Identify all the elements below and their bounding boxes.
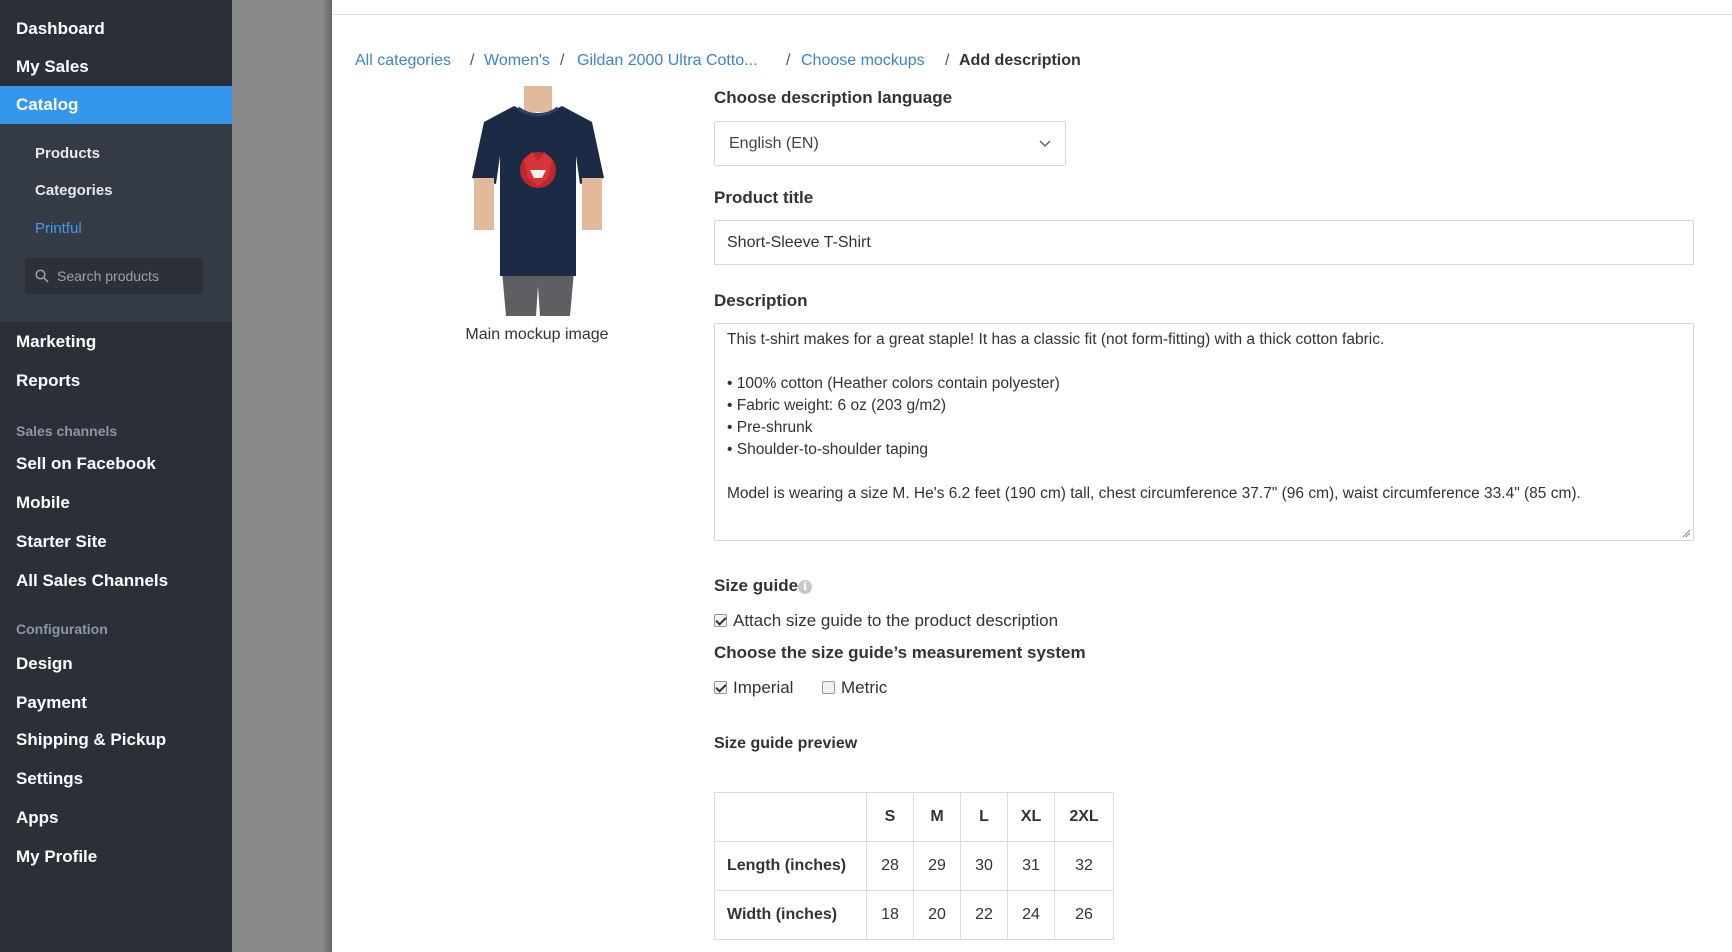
description-line [727, 351, 1681, 373]
chevron-down-icon [1039, 140, 1051, 148]
table-header-cell: L [960, 792, 1008, 842]
breadcrumb-separator: / [945, 52, 950, 69]
table-corner-cell [714, 792, 867, 842]
configuration-heading: Configuration [16, 621, 108, 637]
table-cell: 32 [1054, 841, 1114, 891]
table-header-row: S M L XL 2XL [714, 792, 1114, 842]
table-header-cell: S [866, 792, 914, 842]
language-label: Choose description language [714, 88, 953, 107]
main-panel: All categories / Women's / Gildan 2000 U… [332, 0, 1732, 952]
description-label: Description [714, 291, 808, 310]
breadcrumb-all-categories[interactable]: All categories [355, 52, 451, 70]
product-title-input[interactable] [714, 220, 1694, 265]
table-row-label: Length (inches) [714, 841, 867, 891]
table-header-cell: 2XL [1054, 792, 1114, 842]
table-cell: 18 [866, 890, 914, 940]
description-line: • Pre-shrunk [727, 419, 813, 436]
product-title-label: Product title [714, 188, 814, 207]
sidebar-item-shipping-pickup[interactable]: Shipping & Pickup [16, 730, 166, 750]
sidebar-subitem-categories[interactable]: Categories [35, 182, 113, 199]
imperial-checkbox[interactable]: Imperial [714, 678, 793, 698]
table-cell: 26 [1054, 890, 1114, 940]
metric-checkbox[interactable]: Metric [822, 678, 887, 698]
sidebar-subitem-products[interactable]: Products [35, 145, 100, 162]
sidebar-item-starter-site[interactable]: Starter Site [16, 532, 107, 552]
sidebar-subitem-printful[interactable]: Printful [35, 220, 82, 237]
description-line: • Fabric weight: 6 oz (203 g/m2) [727, 397, 947, 414]
table-cell: 20 [913, 890, 961, 940]
description-line [727, 461, 1681, 483]
description-line: • Shoulder-to-shoulder taping [727, 441, 929, 458]
breadcrumb-current: Add description [959, 52, 1081, 69]
sidebar-item-mobile[interactable]: Mobile [16, 493, 70, 513]
attach-size-guide-checkbox[interactable]: Attach size guide to the product descrip… [714, 611, 1058, 631]
sidebar-item-design[interactable]: Design [16, 654, 73, 674]
language-select[interactable]: English (EN) [714, 121, 1066, 166]
sidebar: Dashboard My Sales Catalog Products Cate… [0, 0, 232, 952]
breadcrumb-separator: / [470, 52, 475, 69]
sidebar-search[interactable]: Search products [25, 258, 203, 294]
table-cell: 24 [1007, 890, 1055, 940]
imperial-label: Imperial [733, 678, 794, 697]
sales-channels-heading: Sales channels [16, 423, 118, 439]
breadcrumb-product[interactable]: Gildan 2000 Ultra Cotto... [577, 52, 758, 70]
table-row-label: Width (inches) [714, 890, 867, 940]
metric-label: Metric [841, 678, 888, 697]
mockup-caption: Main mockup image [465, 326, 609, 343]
sidebar-item-catalog[interactable]: Catalog [0, 86, 232, 124]
language-select-value: English (EN) [729, 135, 819, 152]
attach-size-guide-label: Attach size guide to the product descrip… [733, 611, 1059, 630]
description-line: • 100% cotton (Heather colors contain po… [727, 375, 1060, 392]
sidebar-item-settings[interactable]: Settings [16, 769, 83, 789]
main-mockup-image[interactable] [452, 86, 622, 316]
sidebar-item-apps[interactable]: Apps [16, 808, 59, 828]
sidebar-item-catalog-label: Catalog [16, 95, 79, 114]
sidebar-item-reports[interactable]: Reports [16, 371, 80, 391]
sidebar-item-all-sales-channels[interactable]: All Sales Channels [16, 571, 168, 591]
panel-shadow [322, 0, 332, 952]
size-guide-label-text: Size guide [714, 576, 799, 595]
checkbox-icon[interactable] [714, 681, 727, 694]
table-row: Length (inches) 28 29 30 31 32 [714, 841, 1114, 891]
sidebar-item-payment[interactable]: Payment [16, 693, 87, 713]
breadcrumb-separator: / [786, 52, 791, 69]
header-divider [332, 14, 1732, 15]
search-placeholder: Search products [57, 268, 159, 284]
table-cell: 29 [913, 841, 961, 891]
table-cell: 30 [960, 841, 1008, 891]
search-icon [35, 269, 49, 283]
sidebar-item-sell-on-facebook[interactable]: Sell on Facebook [16, 454, 156, 474]
table-header-cell: XL [1007, 792, 1055, 842]
sidebar-item-dashboard[interactable]: Dashboard [16, 19, 105, 39]
table-cell: 28 [866, 841, 914, 891]
size-guide-preview-label: Size guide preview [714, 735, 858, 752]
breadcrumb-womens[interactable]: Women's [484, 52, 550, 70]
table-row: Width (inches) 18 20 22 24 26 [714, 890, 1114, 940]
breadcrumb-choose-mockups[interactable]: Choose mockups [801, 52, 925, 70]
size-guide-label: Size guide i [714, 576, 813, 596]
table-cell: 31 [1007, 841, 1055, 891]
info-icon[interactable]: i [798, 580, 813, 594]
overlay-gutter [232, 0, 332, 952]
table-cell: 22 [960, 890, 1008, 940]
size-guide-table: S M L XL 2XL Length (inches) 28 29 30 31… [714, 792, 1114, 940]
checkbox-icon[interactable] [714, 614, 727, 627]
measurement-system-label: Choose the size guide’s measurement syst… [714, 643, 1086, 662]
breadcrumb-separator: / [560, 52, 565, 69]
description-line: This t-shirt makes for a great staple! I… [727, 331, 1385, 348]
checkbox-icon[interactable] [822, 681, 835, 694]
description-textarea[interactable]: This t-shirt makes for a great staple! I… [714, 323, 1694, 541]
resize-grip-icon[interactable] [1681, 528, 1691, 538]
sidebar-item-my-profile[interactable]: My Profile [16, 847, 97, 867]
sidebar-item-my-sales[interactable]: My Sales [16, 57, 89, 77]
description-line: Model is wearing a size M. He's 6.2 feet… [727, 485, 1581, 502]
sidebar-item-marketing[interactable]: Marketing [16, 332, 96, 352]
table-header-cell: M [913, 792, 961, 842]
